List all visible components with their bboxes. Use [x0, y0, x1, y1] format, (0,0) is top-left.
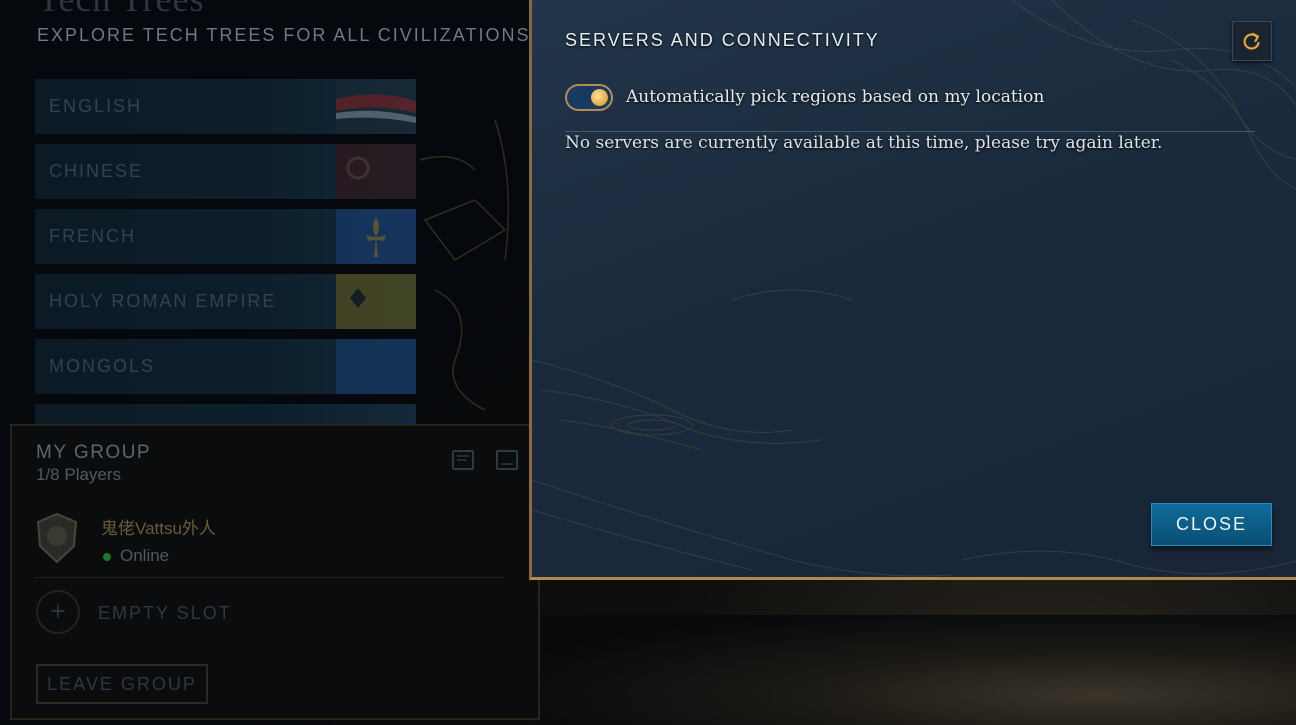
civilization-list: ENGLISH CHINESE FRENCH HOLY ROMAN EMPIRE	[35, 79, 416, 434]
civ-row-holy-roman-empire[interactable]: HOLY ROMAN EMPIRE	[35, 274, 416, 329]
divider	[565, 131, 1255, 132]
close-button[interactable]: CLOSE	[1151, 503, 1272, 546]
dialog-title: SERVERS AND CONNECTIVITY	[565, 30, 880, 50]
add-player-icon[interactable]: +	[36, 590, 80, 634]
civ-row-french[interactable]: FRENCH	[35, 209, 416, 264]
flag-icon	[336, 209, 416, 264]
toggle-knob	[591, 89, 608, 106]
flag-icon	[336, 274, 416, 329]
civ-label: ENGLISH	[49, 96, 143, 116]
no-servers-message: No servers are currently available at th…	[565, 133, 1163, 153]
flag-icon	[336, 339, 416, 394]
civ-label: MONGOLS	[49, 356, 156, 376]
leave-group-button[interactable]: LEAVE GROUP	[36, 664, 208, 704]
member-name: 鬼佬Vattsu外人	[101, 519, 216, 538]
page-title: Tech Trees	[38, 0, 204, 20]
chat-icon[interactable]	[452, 450, 474, 470]
avatar	[36, 512, 78, 564]
civ-label: CHINESE	[49, 161, 144, 181]
flag-icon	[336, 79, 416, 134]
background-scenery	[540, 615, 1296, 725]
civ-row-chinese[interactable]: CHINESE	[35, 144, 416, 199]
minimize-icon[interactable]	[496, 450, 518, 470]
refresh-button[interactable]	[1232, 21, 1272, 61]
civ-row-mongols[interactable]: MONGOLS	[35, 339, 416, 394]
member-status: Online	[120, 546, 170, 565]
my-group-panel: MY GROUP 1/8 Players 鬼佬Vattsu外人 Online +…	[10, 424, 540, 720]
servers-connectivity-dialog: SERVERS AND CONNECTIVITY Automatically p…	[529, 0, 1296, 580]
divider	[34, 577, 504, 578]
page-subtitle: EXPLORE TECH TREES FOR ALL CIVILIZATIONS	[37, 25, 531, 45]
online-status-icon	[103, 553, 111, 561]
group-player-count: 1/8 Players	[36, 465, 122, 484]
civ-row-english[interactable]: ENGLISH	[35, 79, 416, 134]
auto-region-label: Automatically pick regions based on my l…	[626, 87, 1045, 107]
civ-label: FRENCH	[49, 226, 136, 246]
refresh-icon	[1243, 32, 1260, 50]
civ-label: HOLY ROMAN EMPIRE	[49, 291, 277, 311]
flag-icon	[336, 144, 416, 199]
map-illustration	[419, 119, 510, 411]
civ-row-partial	[35, 404, 416, 424]
empty-slot-label: EMPTY SLOT	[98, 603, 232, 623]
auto-region-toggle[interactable]	[565, 84, 613, 111]
group-title: MY GROUP	[36, 442, 152, 463]
